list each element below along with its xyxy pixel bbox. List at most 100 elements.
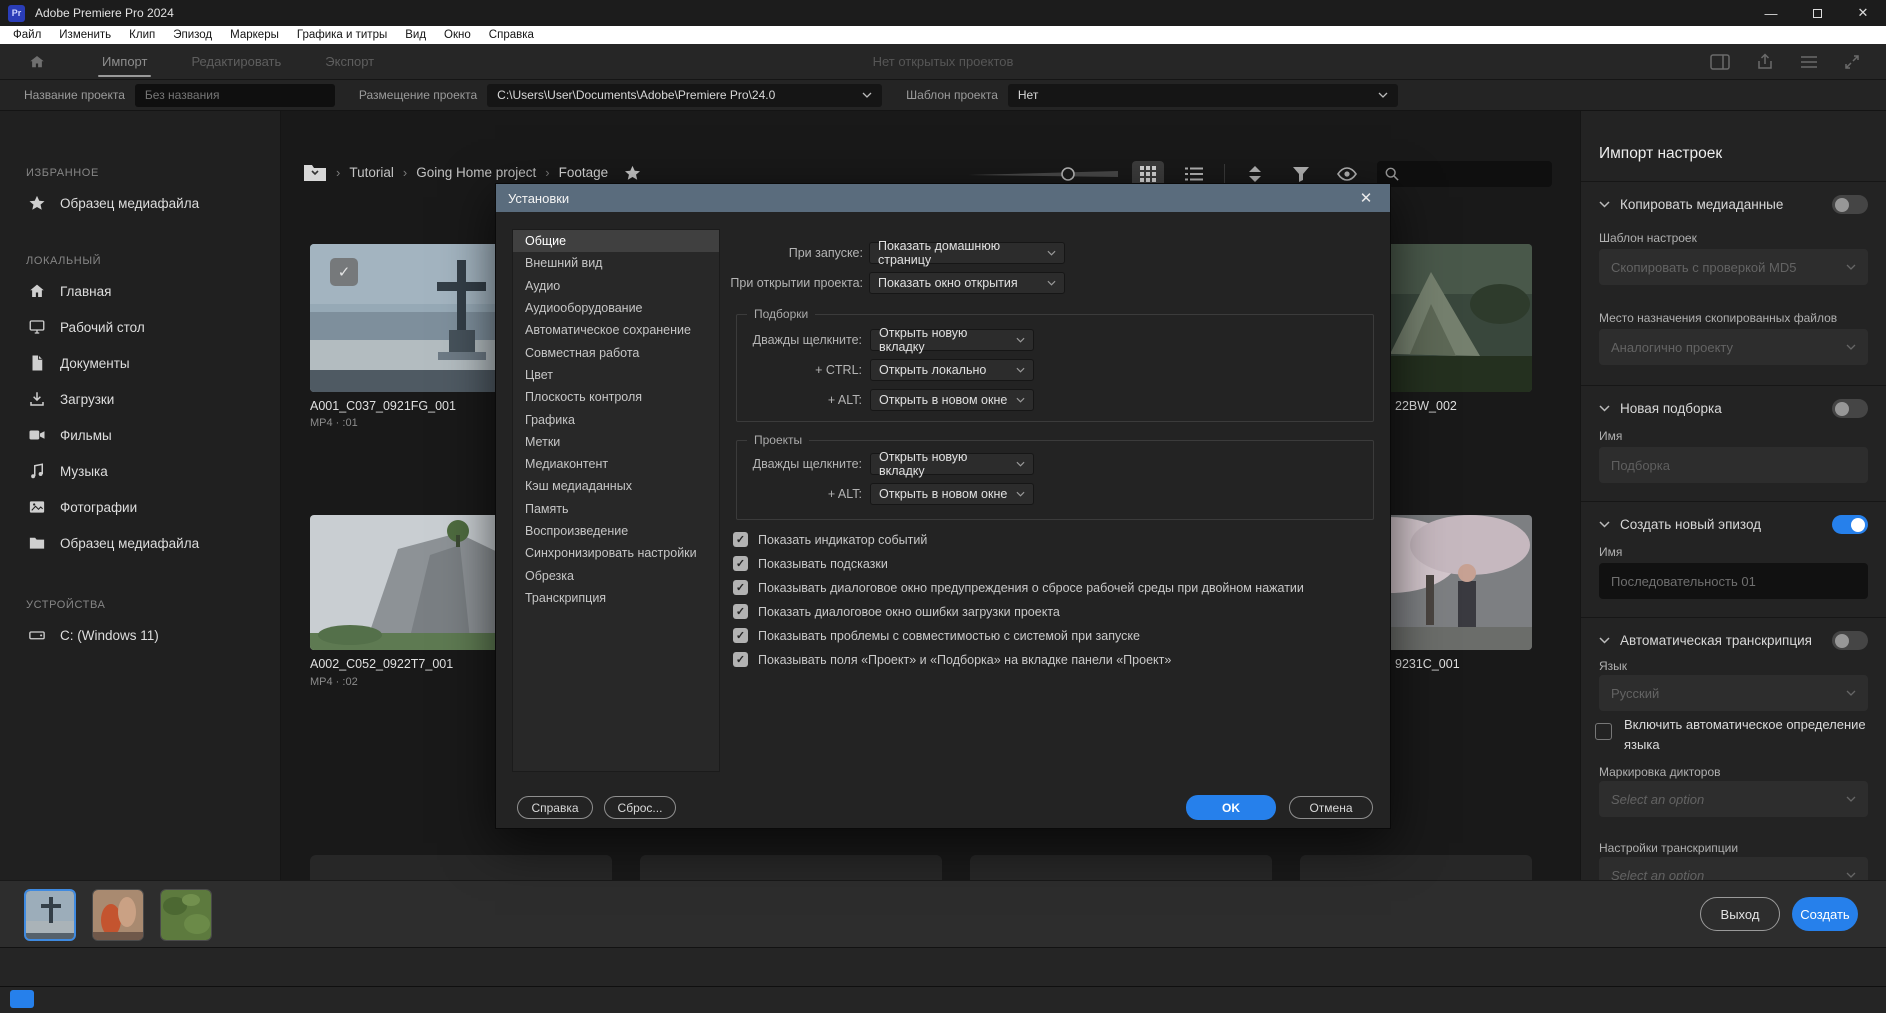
- sidebar-item-home[interactable]: Главная: [0, 273, 280, 309]
- sidebar-item-desktop[interactable]: Рабочий стол: [0, 309, 280, 345]
- clip-thumbnail-partial[interactable]: [310, 855, 612, 880]
- bins-alt-select[interactable]: Открыть в новом окне: [870, 389, 1034, 411]
- menu-markers[interactable]: Маркеры: [221, 29, 288, 41]
- help-button[interactable]: Справка: [517, 796, 593, 819]
- breadcrumb-item-footage[interactable]: Footage: [559, 165, 609, 180]
- favorite-star-icon[interactable]: [623, 164, 642, 182]
- clip-name[interactable]: 22BW_002: [1395, 399, 1457, 413]
- menu-window[interactable]: Окно: [435, 29, 480, 41]
- tray-thumbnail-1[interactable]: [24, 889, 76, 941]
- project-name-input[interactable]: Без названия: [135, 84, 335, 107]
- at-project-open-select[interactable]: Показать окно открытия: [869, 272, 1065, 294]
- nav-item-auto-save[interactable]: Автоматическое сохранение: [513, 319, 719, 341]
- language-select[interactable]: Русский: [1599, 675, 1868, 711]
- nav-item-playback[interactable]: Воспроизведение: [513, 520, 719, 542]
- sidebar-item-music[interactable]: Музыка: [0, 453, 280, 489]
- new-bin-toggle[interactable]: [1832, 399, 1868, 418]
- checkbox-row-system-compatibility[interactable]: ✓ Показывать проблемы с совместимостью с…: [733, 628, 1140, 643]
- sidebar-item-favorite-sample-media[interactable]: Образец медиафайла: [0, 185, 280, 221]
- dialog-close-button[interactable]: ✕: [1354, 189, 1378, 207]
- menu-sequence[interactable]: Эпизод: [164, 29, 221, 41]
- checkbox-row-tooltips[interactable]: ✓ Показывать подсказки: [733, 556, 888, 571]
- checkbox-row-project-load-error[interactable]: ✓ Показать диалоговое окно ошибки загруз…: [733, 604, 1060, 619]
- clip-name[interactable]: 9231C_001: [1395, 657, 1460, 671]
- nav-item-memory[interactable]: Память: [513, 498, 719, 520]
- nav-item-media-cache[interactable]: Кэш медиаданных: [513, 475, 719, 497]
- speaker-labeling-select[interactable]: Select an option: [1599, 781, 1868, 817]
- checkbox-row-project-bin-fields[interactable]: ✓ Показывать поля «Проект» и «Подборка» …: [733, 652, 1171, 667]
- nav-item-media[interactable]: Медиаконтент: [513, 453, 719, 475]
- nav-item-trim[interactable]: Обрезка: [513, 564, 719, 586]
- clip-name[interactable]: A001_C037_0921FG_001: [310, 399, 456, 413]
- menu-help[interactable]: Справка: [480, 29, 543, 41]
- nav-item-collaboration[interactable]: Совместная работа: [513, 341, 719, 363]
- menu-graphics[interactable]: Графика и титры: [288, 29, 396, 41]
- clip-selected-checkbox[interactable]: ✓: [330, 258, 358, 286]
- search-input[interactable]: [1377, 161, 1552, 187]
- transcription-settings-select[interactable]: Select an option: [1599, 857, 1868, 880]
- nav-item-sync-settings[interactable]: Синхронизировать настройки: [513, 542, 719, 564]
- checkbox[interactable]: ✓: [733, 556, 748, 571]
- nav-item-appearance[interactable]: Внешний вид: [513, 252, 719, 274]
- reset-button[interactable]: Сброс...: [604, 796, 676, 819]
- nav-item-graphics[interactable]: Графика: [513, 408, 719, 430]
- sequence-name-input[interactable]: Последовательность 01: [1599, 563, 1868, 599]
- zoom-slider[interactable]: [968, 166, 1118, 182]
- project-template-select[interactable]: Нет: [1008, 84, 1398, 107]
- breadcrumb-item-tutorial[interactable]: Tutorial: [349, 165, 394, 180]
- sidebar-item-sample-media-folder[interactable]: Образец медиафайла: [0, 525, 280, 561]
- close-button[interactable]: ✕: [1840, 0, 1886, 26]
- nav-item-transcription[interactable]: Транскрипция: [513, 587, 719, 609]
- copy-destination-select[interactable]: Аналогично проекту: [1599, 329, 1868, 365]
- folder-dropdown-icon[interactable]: [303, 163, 327, 182]
- tab-export[interactable]: Экспорт: [303, 44, 396, 79]
- sidebar-item-photos[interactable]: Фотографии: [0, 489, 280, 525]
- hamburger-icon[interactable]: [1800, 55, 1818, 69]
- maximize-button[interactable]: [1794, 0, 1840, 26]
- section-auto-transcription[interactable]: Автоматическая транскрипция: [1599, 631, 1868, 650]
- tray-thumbnail-2[interactable]: [92, 889, 144, 941]
- project-location-select[interactable]: C:\Users\User\Documents\Adobe\Premiere P…: [487, 84, 882, 107]
- checkbox-row-events-indicator[interactable]: ✓ Показать индикатор событий: [733, 532, 927, 547]
- clip-thumbnail-partial[interactable]: [640, 855, 942, 880]
- sidebar-item-documents[interactable]: Документы: [0, 345, 280, 381]
- checkbox[interactable]: ✓: [733, 604, 748, 619]
- tray-thumbnail-3[interactable]: [160, 889, 212, 941]
- copy-media-toggle[interactable]: [1832, 195, 1868, 214]
- checkbox-row-workspace-reset-warning[interactable]: ✓ Показывать диалоговое окно предупрежде…: [733, 580, 1304, 595]
- checkbox[interactable]: ✓: [733, 580, 748, 595]
- bin-name-input[interactable]: Подборка: [1599, 447, 1868, 483]
- exit-button[interactable]: Выход: [1700, 897, 1780, 931]
- menu-view[interactable]: Вид: [396, 29, 435, 41]
- menu-file[interactable]: Файл: [4, 29, 50, 41]
- auto-detect-language-row[interactable]: Включить автоматическое определение язык…: [1595, 715, 1872, 755]
- sidebar-item-downloads[interactable]: Загрузки: [0, 381, 280, 417]
- projects-double-click-select[interactable]: Открыть новую вкладку: [870, 453, 1034, 475]
- auto-detect-language-checkbox[interactable]: [1595, 723, 1612, 740]
- checkbox[interactable]: ✓: [733, 532, 748, 547]
- minimize-button[interactable]: —: [1748, 0, 1794, 26]
- nav-item-audio-hardware[interactable]: Аудиооборудование: [513, 297, 719, 319]
- new-sequence-toggle[interactable]: [1832, 515, 1868, 534]
- dialog-titlebar[interactable]: Установки ✕: [496, 184, 1390, 212]
- at-startup-select[interactable]: Показать домашнюю страницу: [869, 242, 1065, 264]
- checkbox[interactable]: ✓: [733, 628, 748, 643]
- section-copy-media[interactable]: Копировать медиаданные: [1599, 195, 1868, 214]
- clip-thumbnail-partial[interactable]: [1300, 855, 1532, 880]
- bins-ctrl-select[interactable]: Открыть локально: [870, 359, 1034, 381]
- workspace-icon[interactable]: [1710, 54, 1730, 70]
- nav-item-general[interactable]: Общие: [513, 230, 719, 252]
- clip-thumbnail-partial[interactable]: [970, 855, 1272, 880]
- fullscreen-icon[interactable]: [1844, 54, 1860, 70]
- projects-alt-select[interactable]: Открыть в новом окне: [870, 483, 1034, 505]
- sidebar-item-drive-c[interactable]: C: (Windows 11): [0, 617, 280, 653]
- ok-button[interactable]: OK: [1186, 795, 1276, 820]
- bins-double-click-select[interactable]: Открыть новую вкладку: [870, 329, 1034, 351]
- section-new-bin[interactable]: Новая подборка: [1599, 399, 1868, 418]
- tab-edit[interactable]: Редактировать: [169, 44, 303, 79]
- menu-clip[interactable]: Клип: [120, 29, 164, 41]
- share-icon[interactable]: [1756, 53, 1774, 71]
- nav-item-control-surface[interactable]: Плоскость контроля: [513, 386, 719, 408]
- nav-item-color[interactable]: Цвет: [513, 364, 719, 386]
- create-button[interactable]: Создать: [1792, 897, 1858, 931]
